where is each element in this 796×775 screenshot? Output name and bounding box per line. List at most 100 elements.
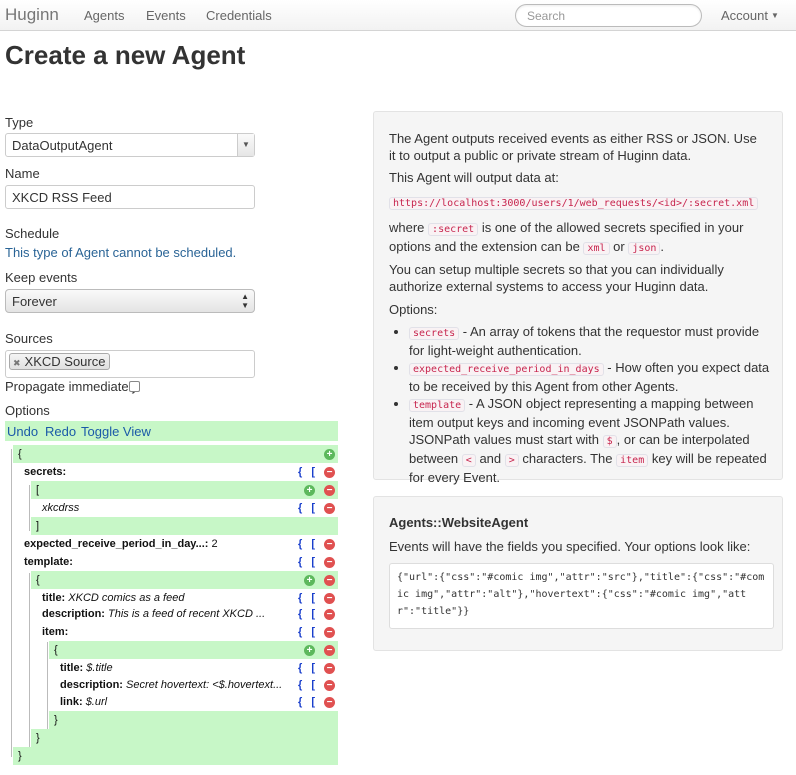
- delete-icon[interactable]: −: [324, 539, 335, 550]
- option-code: secrets: [409, 327, 460, 340]
- caret-down-icon: ▼: [770, 11, 779, 20]
- json-row: [31, 729, 338, 747]
- nav-credentials[interactable]: Credentials: [206, 8, 272, 23]
- json-key[interactable]: secrets:: [24, 466, 66, 478]
- delete-icon[interactable]: −: [324, 557, 335, 568]
- options-list: secrets - An array of tokens that the re…: [390, 323, 770, 486]
- where-text: where :secret is one of the allowed secr…: [389, 220, 744, 255]
- propagate-checkbox[interactable]: [129, 381, 140, 392]
- json-value[interactable]: XKCD comics as a feed: [68, 592, 184, 604]
- open-brace: {: [54, 644, 58, 656]
- open-brace: {: [36, 574, 40, 586]
- json-row: xkcdrss: [42, 499, 272, 517]
- type-toggle-controls[interactable]: { [: [298, 605, 318, 623]
- json-value[interactable]: $.title: [86, 662, 112, 674]
- nesting-line: [11, 449, 12, 757]
- updown-arrows-icon: ▲ ▼: [241, 292, 249, 310]
- keep-events-select[interactable]: Forever ▲ ▼: [5, 289, 255, 313]
- option-code: template: [409, 399, 466, 412]
- type-toggle-controls[interactable]: { [: [298, 463, 318, 481]
- json-key[interactable]: template:: [24, 556, 73, 568]
- type-toggle-controls[interactable]: { [: [298, 499, 318, 517]
- options-preview: {"url":{"css":"#comic img","attr":"src"}…: [389, 563, 774, 629]
- redo-button[interactable]: Redo: [45, 424, 76, 439]
- delete-icon[interactable]: −: [324, 645, 335, 656]
- json-value[interactable]: This is a feed of recent XKCD ...: [108, 608, 265, 620]
- close-bracket: ]: [36, 520, 40, 532]
- json-row: description: Secret hovertext: <$.hovert…: [60, 676, 292, 694]
- delete-icon[interactable]: −: [324, 485, 335, 496]
- json-value[interactable]: $.url: [86, 696, 107, 708]
- json-key[interactable]: description:: [60, 679, 123, 691]
- sources-label: Sources: [5, 331, 53, 346]
- json-value[interactable]: xkcdrss: [42, 502, 79, 514]
- or-text: or: [613, 239, 625, 254]
- toggle-view-button[interactable]: Toggle View: [81, 424, 151, 439]
- nav-events[interactable]: Events: [146, 8, 186, 23]
- json-row: link: $.url: [60, 693, 285, 711]
- option-desc: - An array of tokens that the requestor …: [409, 324, 760, 358]
- type-toggle-controls[interactable]: { [: [298, 535, 318, 553]
- json-key[interactable]: title:: [60, 662, 83, 674]
- add-icon[interactable]: +: [304, 645, 315, 656]
- intro-text: The Agent outputs received events as eit…: [389, 131, 757, 163]
- type-select[interactable]: DataOutputAgent ▼: [5, 133, 255, 157]
- delete-icon[interactable]: −: [324, 575, 335, 586]
- json-row: [31, 481, 338, 499]
- delete-icon[interactable]: −: [324, 697, 335, 708]
- multi-secrets-text: You can setup multiple secrets so that y…: [389, 262, 724, 294]
- xml-code: xml: [583, 242, 610, 255]
- where-label: where: [389, 220, 425, 235]
- json-key[interactable]: link:: [60, 696, 83, 708]
- type-toggle-controls[interactable]: { [: [298, 693, 318, 711]
- keep-events-value: Forever: [12, 294, 57, 309]
- nesting-line: [47, 642, 48, 730]
- remove-icon[interactable]: ✖: [13, 358, 21, 368]
- type-toggle-controls[interactable]: { [: [298, 623, 318, 641]
- type-label: Type: [5, 115, 34, 130]
- nesting-line: [29, 573, 30, 748]
- delete-icon[interactable]: −: [324, 467, 335, 478]
- brand-logo[interactable]: Huginn: [5, 5, 59, 25]
- editor-toolbar: Undo Redo Toggle View: [5, 421, 338, 441]
- json-row: template:: [24, 553, 274, 571]
- schedule-note: This type of Agent cannot be scheduled.: [5, 245, 237, 260]
- nesting-line: [29, 485, 30, 531]
- json-row: title: $.title: [60, 659, 285, 677]
- json-key[interactable]: description:: [42, 608, 105, 620]
- json-row: [49, 711, 338, 729]
- delete-icon[interactable]: −: [324, 593, 335, 604]
- delete-icon[interactable]: −: [324, 663, 335, 674]
- add-icon[interactable]: +: [304, 485, 315, 496]
- json-key[interactable]: title:: [42, 592, 65, 604]
- source-agent-title: Agents::WebsiteAgent: [389, 515, 529, 530]
- type-toggle-controls[interactable]: { [: [298, 659, 318, 677]
- search-input[interactable]: [515, 4, 702, 27]
- type-toggle-controls[interactable]: { [: [298, 676, 318, 694]
- delete-icon[interactable]: −: [324, 503, 335, 514]
- source-chip[interactable]: ✖ XKCD Source: [9, 353, 111, 370]
- add-icon[interactable]: +: [304, 575, 315, 586]
- json-value[interactable]: 2: [212, 538, 218, 550]
- json-value[interactable]: Secret hovertext: <$.hovertext...: [126, 679, 282, 691]
- json-row: item:: [42, 623, 242, 641]
- type-toggle-controls[interactable]: { [: [298, 553, 318, 571]
- nav-agents[interactable]: Agents: [84, 8, 124, 23]
- undo-button[interactable]: Undo: [7, 424, 38, 439]
- navbar: Huginn Agents Events Credentials Account…: [0, 0, 796, 31]
- name-input[interactable]: XKCD RSS Feed: [5, 185, 255, 209]
- delete-icon[interactable]: −: [324, 680, 335, 691]
- add-icon[interactable]: +: [324, 449, 335, 460]
- delete-icon[interactable]: −: [324, 609, 335, 620]
- json-key[interactable]: expected_receive_period_in_day...:: [24, 538, 208, 550]
- json-key[interactable]: item:: [42, 626, 68, 638]
- name-label: Name: [5, 166, 40, 181]
- options-heading: Options:: [389, 302, 438, 317]
- delete-icon[interactable]: −: [324, 627, 335, 638]
- options-label: Options: [5, 403, 50, 418]
- close-brace: }: [18, 750, 22, 762]
- account-menu[interactable]: Account ▼: [721, 8, 779, 23]
- json-code: json: [628, 242, 661, 255]
- json-row: [31, 571, 338, 589]
- gt-code: >: [504, 454, 519, 467]
